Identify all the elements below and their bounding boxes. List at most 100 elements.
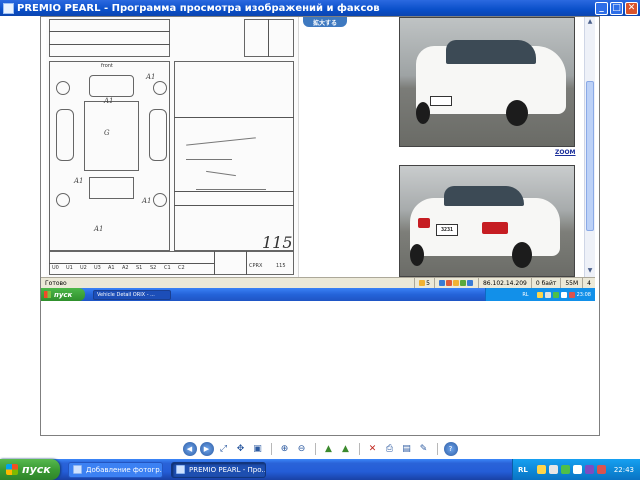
tray-icon[interactable] (560, 465, 570, 474)
grade-mark: A1 (146, 73, 156, 81)
best-fit-icon[interactable]: ⤢ (217, 442, 231, 456)
inner-start-button[interactable]: пуск (41, 288, 85, 301)
rotate-clockwise-icon[interactable]: ▲ (322, 442, 336, 456)
window-title-bar[interactable]: PREMIO PEARL - Программа просмотра изобр… (0, 0, 640, 16)
footer-label: U0 (52, 265, 59, 271)
taskbar-clock: 22:43 (613, 465, 634, 474)
footer-code-value: 115 (276, 263, 286, 269)
scroll-down-arrow-icon[interactable]: ▼ (586, 267, 594, 275)
viewer-toolbar: ◀ ▶ ⤢ ✥ ▣ ⊕ ⊖ ▲ ▲ ✕ ⎙ ▤ ✎ ? (0, 439, 640, 459)
actual-size-icon[interactable]: ✥ (234, 442, 248, 456)
sheet-check-box (244, 19, 294, 57)
car-taillight (482, 222, 508, 234)
footer-label: U1 (66, 265, 73, 271)
scrollbar-thumb[interactable] (586, 81, 594, 231)
lock-icon (452, 280, 459, 286)
page-scrollbar[interactable]: ▲ ▼ (584, 17, 595, 277)
page-icon (419, 280, 426, 286)
next-image-icon[interactable]: ▶ (199, 442, 214, 456)
sheet-header-table (49, 19, 170, 57)
tray-icon[interactable] (572, 465, 582, 474)
windows-logo-icon (6, 464, 18, 475)
start-button[interactable]: пуск (0, 459, 60, 480)
car-taillight (418, 218, 430, 228)
maximize-button[interactable]: □ (610, 1, 623, 15)
window-title: PREMIO PEARL - Программа просмотра изобр… (17, 2, 380, 14)
footer-label: U2 (80, 265, 87, 271)
footer-code-label: CPRX (249, 263, 263, 269)
footer-label: C1 (164, 265, 171, 271)
save-icon[interactable]: ▤ (400, 442, 414, 456)
tray-icon[interactable] (552, 291, 559, 298)
zoom-in-button[interactable]: 拡大する (303, 17, 347, 27)
slideshow-icon[interactable]: ▣ (251, 442, 265, 456)
help-icon[interactable]: ? (443, 442, 458, 456)
windows-taskbar: пуск Добавление фотогр... PREMIO PEARL -… (0, 459, 640, 480)
zoom-out-icon[interactable]: ⊖ (295, 442, 309, 456)
tray-icon[interactable] (568, 291, 575, 298)
diagram-wheel (56, 81, 70, 95)
status-text: Готово (45, 279, 67, 287)
rear-license-plate: 3231 (436, 224, 458, 236)
grade-mark: G (104, 129, 110, 137)
windows-logo-icon (44, 291, 51, 298)
car-rear-photo[interactable]: 3231 (399, 165, 575, 277)
edit-icon[interactable]: ✎ (417, 442, 431, 456)
image-viewer-app-icon (3, 2, 14, 14)
sheet-notes-panel (174, 61, 294, 251)
print-icon[interactable]: ⎙ (383, 442, 397, 456)
grade-mark: A1 (74, 177, 84, 185)
tray-icon[interactable] (596, 465, 606, 474)
delete-icon[interactable]: ✕ (366, 442, 380, 456)
auction-inspection-sheet: front A1 A1 G A1 A1 A1 115 U0 U1 U2 U3 A… (46, 17, 299, 277)
status-page-count: 5 (414, 278, 434, 288)
taskbar-task-photo-upload[interactable]: Добавление фотогр... (68, 461, 163, 478)
rotate-counterclockwise-icon[interactable]: ▲ (339, 442, 353, 456)
car-tire (506, 100, 528, 126)
footer-label: C2 (178, 265, 185, 271)
grade-mark: A1 (142, 197, 152, 205)
image-viewer-canvas: front A1 A1 G A1 A1 A1 115 U0 U1 U2 U3 A… (0, 16, 640, 439)
globe-icon (438, 280, 445, 286)
car-front-photo[interactable] (399, 17, 575, 147)
auction-score: 115 (262, 233, 293, 252)
front-license-plate (430, 96, 452, 106)
zoom-in-icon[interactable]: ⊕ (278, 442, 292, 456)
diagram-wheel (153, 81, 167, 95)
inner-taskbar-task[interactable]: Vehicle Detail ORIX - ... (93, 289, 171, 300)
tray-icon[interactable] (548, 465, 558, 474)
inner-system-tray: RL 23:08 (485, 288, 595, 301)
grade-mark: A1 (104, 97, 114, 105)
grade-mark: A1 (94, 225, 104, 233)
inner-language-indicator[interactable]: RL (522, 292, 528, 298)
taskbar-task-image-viewer[interactable]: PREMIO PEARL - Про... (171, 461, 266, 478)
diagram-wheel (153, 193, 167, 207)
tray-icon[interactable] (584, 465, 594, 474)
tray-icon[interactable] (536, 291, 543, 298)
image-viewer-icon (176, 465, 185, 474)
footer-label: U3 (94, 265, 101, 271)
footer-label: A1 (108, 265, 115, 271)
zoom-link[interactable]: ZOOM (555, 149, 576, 156)
previous-image-icon[interactable]: ◀ (182, 442, 197, 456)
language-indicator[interactable]: RL (518, 466, 528, 474)
close-button[interactable]: ✕ (625, 1, 638, 15)
diagram-left-side (56, 109, 74, 161)
toolbar-separator (270, 443, 272, 455)
status-bytes: 0 байт (530, 278, 561, 288)
status-ip: 86.102.14.209 (477, 278, 531, 288)
diagram-front-label: front (101, 63, 113, 69)
status-size: 55M (560, 278, 582, 288)
tray-icon[interactable] (560, 291, 567, 298)
scroll-up-arrow-icon[interactable]: ▲ (586, 18, 594, 26)
diagram-trunk (89, 177, 134, 199)
inner-taskbar: пуск Vehicle Detail ORIX - ... RL 23:08 (41, 288, 595, 301)
car-tire (512, 242, 532, 268)
minimize-button[interactable]: _ (595, 1, 608, 15)
tray-icon[interactable] (544, 291, 551, 298)
diagram-right-side (149, 109, 167, 161)
download-icon (466, 280, 473, 286)
tray-icon[interactable] (536, 465, 546, 474)
diagram-hood (89, 75, 134, 97)
displayed-screenshot: front A1 A1 G A1 A1 A1 115 U0 U1 U2 U3 A… (40, 16, 600, 436)
